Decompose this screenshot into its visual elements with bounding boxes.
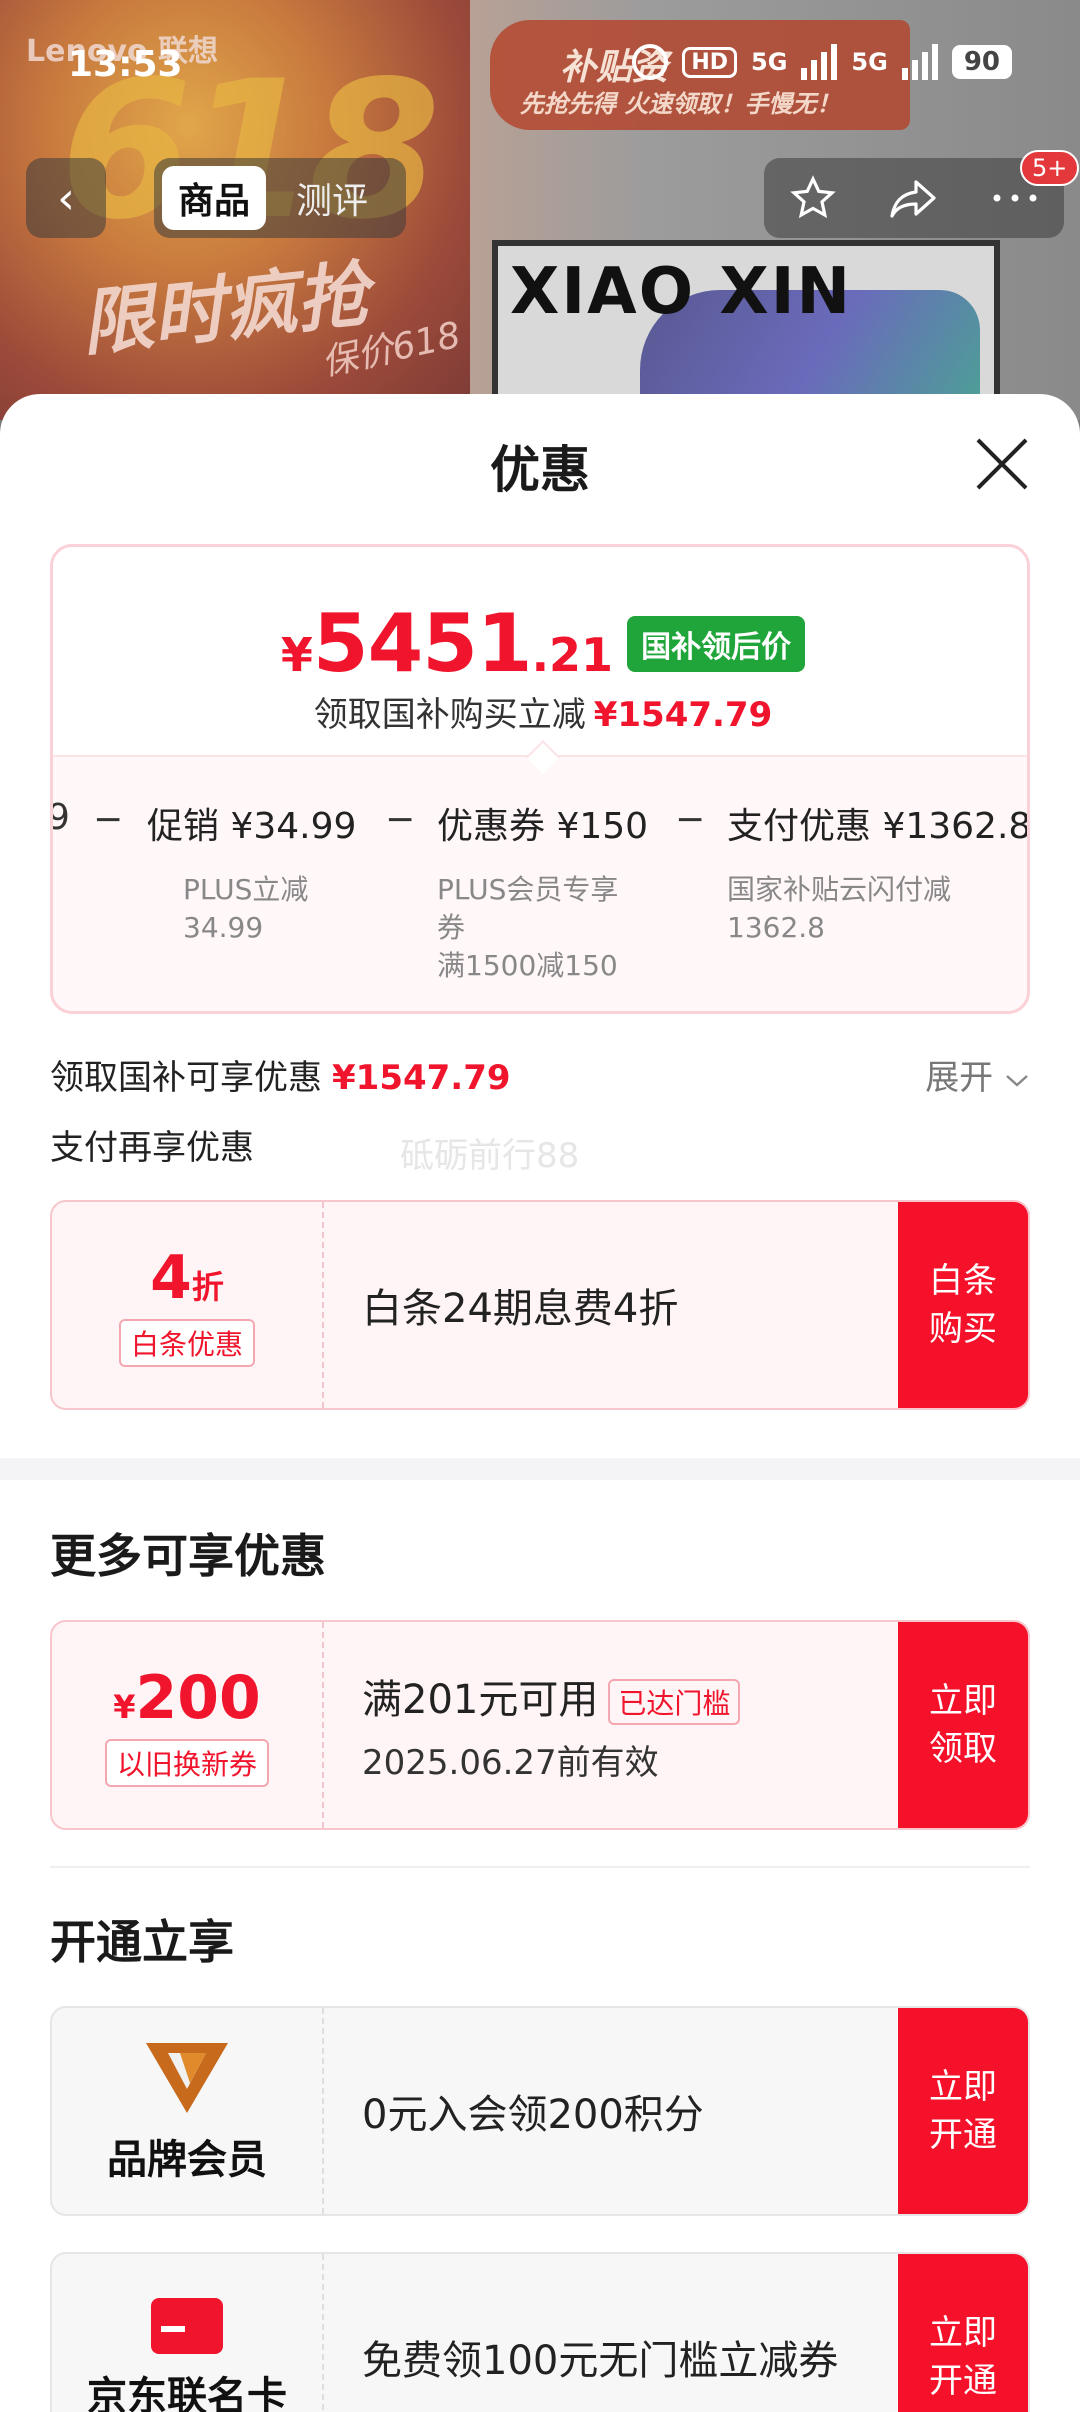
breakdown-item: 优惠券 ¥150 PLUS会员专享 券 满1500减150	[437, 797, 648, 985]
price-decimal: .21	[531, 628, 614, 682]
discount-sheet: 优惠 ¥ 5451 .21 国补领后价 领取国补购买立减¥1547.79 9 −…	[0, 394, 1080, 2412]
price-subtitle: 领取国补购买立减 ¥1547.79	[53, 687, 1027, 736]
pay-more-title: 支付再享优惠	[50, 1128, 254, 1168]
breakdown-item: 支付优惠 ¥1362.8 国家补贴云闪付减 1362.8	[727, 797, 1030, 947]
breakdown-head: 支付优惠 ¥1362.8	[727, 806, 1030, 847]
minus-sign: −	[93, 799, 124, 840]
coupon-title: 免费领100元无门槛立减券	[362, 2338, 839, 2384]
discount-number: 4	[150, 1243, 192, 1313]
coupon-amount: ¥200	[113, 1663, 261, 1733]
discount-unit: 折	[191, 1268, 224, 1306]
watermark: 砥砺前行88	[400, 1136, 580, 1176]
price-integer: 5451	[312, 597, 533, 690]
discount-value: 4折	[150, 1243, 224, 1313]
hd-icon: HD	[682, 46, 737, 78]
price-currency: ¥	[280, 628, 313, 682]
more-offers-title: 更多可享优惠	[50, 1529, 326, 1583]
coupon-amount-value: 200	[135, 1663, 261, 1733]
coupon-main: 满201元可用 已达门槛 2025.06.27前有效	[362, 1622, 898, 1828]
network-label: 5G	[751, 48, 788, 76]
tab-review[interactable]: 测评	[280, 166, 384, 230]
status-time: 13:53	[68, 44, 183, 85]
brand-member-name: 品牌会员	[107, 2137, 267, 2183]
trade-in-coupon: ¥200 以旧换新券 满201元可用 已达门槛 2025.06.27前有效 立即 …	[50, 1620, 1030, 1830]
status-icons: HD 5G 5G 90	[632, 44, 1012, 80]
trade-in-tag: 以旧换新券	[104, 1739, 269, 1787]
breakdown-head: 促销 ¥34.99	[147, 806, 357, 847]
divider	[50, 1866, 1030, 1868]
join-member-button[interactable]: 立即 开通	[898, 2008, 1028, 2214]
baitiao-tag: 白条优惠	[118, 1319, 255, 1367]
sheet-title: 优惠	[490, 441, 590, 499]
more-icon[interactable]	[991, 192, 1039, 204]
final-price: ¥ 5451 .21 国补领后价	[53, 597, 1027, 690]
back-button[interactable]: ‹	[26, 158, 106, 238]
breakdown-desc: PLUS立减 34.99	[183, 873, 309, 944]
subsidy-amount: ¥1547.79	[332, 1058, 511, 1098]
coupon-main: 0元入会领200积分	[362, 2008, 898, 2214]
network-label-2: 5G	[851, 48, 888, 76]
chevron-down-icon	[1006, 1075, 1028, 1087]
close-icon[interactable]	[974, 436, 1030, 492]
nav-actions	[764, 158, 1064, 238]
price-subtitle-amount: ¥1547.79	[593, 695, 773, 735]
jd-card-offer: 京东联名卡 免费领100元无门槛立减券 立即 开通	[50, 2252, 1030, 2412]
status-bar: 13:53 HD 5G 5G 90	[0, 44, 1080, 94]
open-card-button[interactable]: 立即 开通	[898, 2254, 1028, 2412]
battery-icon: 90	[951, 45, 1012, 79]
tab-product[interactable]: 商品	[162, 166, 267, 230]
coupon-left: 4折 白条优惠	[52, 1202, 324, 1408]
breakdown-desc: 国家补贴云闪付减 1362.8	[727, 873, 952, 944]
coupon-main: 免费领100元无门槛立减券	[362, 2254, 898, 2412]
open-benefits-title: 开通立享	[50, 1915, 234, 1969]
coupon-left: 京东联名卡	[52, 2254, 324, 2412]
expand-label: 展开	[925, 1058, 994, 1098]
brand-member-icon	[146, 2043, 228, 2113]
minus-sign: −	[675, 799, 706, 840]
breakdown-desc: PLUS会员专享 券 满1500减150	[437, 873, 619, 982]
credit-card-icon	[151, 2298, 223, 2354]
threshold-badge: 已达门槛	[608, 1678, 741, 1725]
baitiao-coupon: 4折 白条优惠 白条24期息费4折 白条 购买	[50, 1200, 1030, 1410]
expand-button[interactable]: 展开	[925, 1050, 1030, 1099]
coupon-title: 满201元可用 已达门槛	[362, 1667, 898, 1725]
section-divider	[0, 1458, 1080, 1480]
signal-icon	[801, 44, 838, 80]
signal-icon-2	[901, 44, 938, 80]
share-icon[interactable]	[888, 174, 940, 222]
coupon-left: 品牌会员	[52, 2008, 324, 2214]
coupon-validity: 2025.06.27前有效	[362, 1742, 659, 1783]
discount-breakdown: 9 − 促销 ¥34.99 PLUS立减 34.99 − 优惠券 ¥150 PL…	[53, 797, 1030, 997]
price-subtitle-label: 领取国补购买立减	[313, 695, 586, 735]
coupon-main: 白条24期息费4折	[362, 1202, 898, 1408]
subsidy-summary: 领取国补可享优惠 ¥1547.79	[50, 1050, 511, 1099]
minus-sign: −	[385, 799, 416, 840]
subsidy-price-tag: 国补领后价	[627, 615, 806, 672]
star-icon[interactable]	[789, 174, 837, 222]
coupon-left: ¥200 以旧换新券	[52, 1622, 324, 1828]
price-summary: ¥ 5451 .21 国补领后价 领取国补购买立减 ¥1547.79	[53, 547, 1027, 757]
coupon-title: 白条24期息费4折	[362, 1286, 679, 1332]
baitiao-buy-button[interactable]: 白条 购买	[898, 1202, 1028, 1408]
coupon-title: 0元入会领200积分	[362, 2092, 704, 2138]
message-badge: 5+	[1020, 150, 1080, 186]
claim-coupon-button[interactable]: 立即 领取	[898, 1622, 1028, 1828]
breakdown-item: 促销 ¥34.99 PLUS立减 34.99	[147, 797, 356, 947]
brand-member-card: 品牌会员 0元入会领200积分 立即 开通	[50, 2006, 1030, 2216]
jd-card-name: 京东联名卡	[87, 2374, 287, 2412]
product-tabs: 商品 测评	[154, 158, 406, 238]
subsidy-label: 领取国补可享优惠	[50, 1058, 322, 1098]
price-card: ¥ 5451 .21 国补领后价 领取国补购买立减¥1547.79 9 − 促销…	[50, 544, 1030, 1014]
product-logo: XIAO XIN	[510, 255, 853, 329]
alarm-icon	[632, 44, 669, 80]
breakdown-clipped-value: 9	[53, 797, 70, 838]
coupon-currency: ¥	[113, 1688, 136, 1726]
coupon-title-text: 满201元可用	[362, 1676, 599, 1723]
breakdown-head: 优惠券 ¥150	[437, 806, 649, 847]
